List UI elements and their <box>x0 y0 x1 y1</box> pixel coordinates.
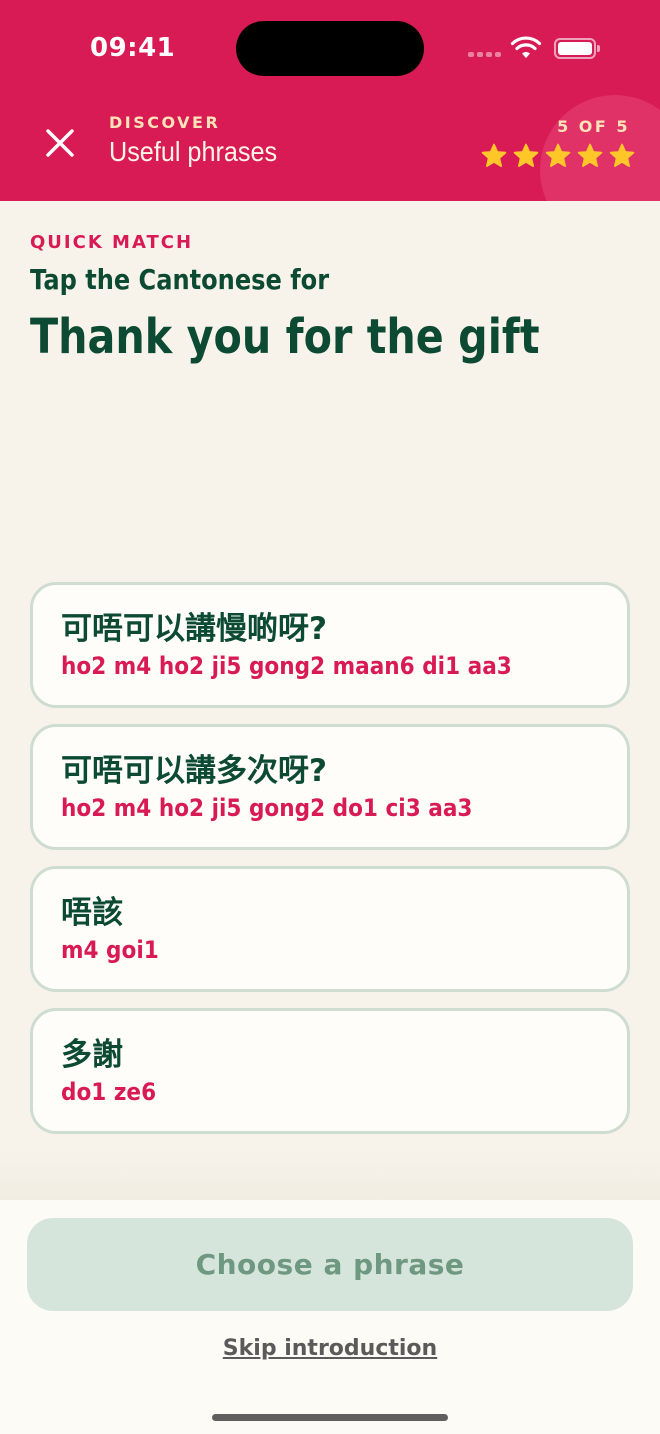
star-icon <box>609 143 635 167</box>
choose-phrase-button[interactable]: Choose a phrase <box>27 1218 633 1311</box>
target-phrase: Thank you for the gift <box>30 309 540 365</box>
option-jyutping: do1 ze6 <box>61 1078 157 1106</box>
star-icon <box>577 143 603 167</box>
dynamic-island <box>236 21 424 76</box>
option-jyutping: m4 goi1 <box>61 936 159 964</box>
option-chinese: 多謝 <box>61 1037 123 1073</box>
option-chinese: 可唔可以講多次呀? <box>61 753 327 789</box>
option-jyutping: ho2 m4 ho2 ji5 gong2 maan6 di1 aa3 <box>61 652 512 680</box>
answer-option[interactable]: 多謝 do1 ze6 <box>30 1008 630 1134</box>
footer: Choose a phrase Skip introduction <box>0 1200 660 1434</box>
option-chinese: 可唔可以講慢啲呀? <box>61 611 327 647</box>
exercise-prompt: Tap the Cantonese for <box>30 263 330 296</box>
exercise-eyebrow: QUICK MATCH <box>30 232 194 253</box>
close-icon <box>46 129 74 157</box>
option-chinese: 唔該 <box>61 895 123 931</box>
home-indicator <box>212 1414 448 1421</box>
option-jyutping: ho2 m4 ho2 ji5 gong2 do1 ci3 aa3 <box>61 794 473 822</box>
header: 09:41 DISCOVER Useful phrases 5 OF 5 <box>0 0 660 201</box>
star-icon <box>513 143 539 167</box>
status-time: 09:41 <box>90 33 176 63</box>
answer-option[interactable]: 可唔可以講慢啲呀? ho2 m4 ho2 ji5 gong2 maan6 di1… <box>30 582 630 708</box>
progress-label: 5 OF 5 <box>557 117 630 136</box>
section-eyebrow: DISCOVER <box>109 113 221 132</box>
answer-options: 可唔可以講慢啲呀? ho2 m4 ho2 ji5 gong2 maan6 di1… <box>30 582 630 1150</box>
footer-shadow <box>0 1150 660 1200</box>
star-icon <box>481 143 507 167</box>
exercise-area: QUICK MATCH Tap the Cantonese for Thank … <box>0 201 660 1201</box>
answer-option[interactable]: 唔該 m4 goi1 <box>30 866 630 992</box>
page-title: Useful phrases <box>109 136 278 167</box>
close-button[interactable] <box>40 123 80 163</box>
answer-option[interactable]: 可唔可以講多次呀? ho2 m4 ho2 ji5 gong2 do1 ci3 a… <box>30 724 630 850</box>
star-icon <box>545 143 571 167</box>
cellular-signal-icon <box>468 52 501 57</box>
battery-icon <box>554 38 600 59</box>
skip-introduction-link[interactable]: Skip introduction <box>0 1336 660 1361</box>
wifi-icon <box>510 36 542 58</box>
star-rating <box>480 142 636 170</box>
